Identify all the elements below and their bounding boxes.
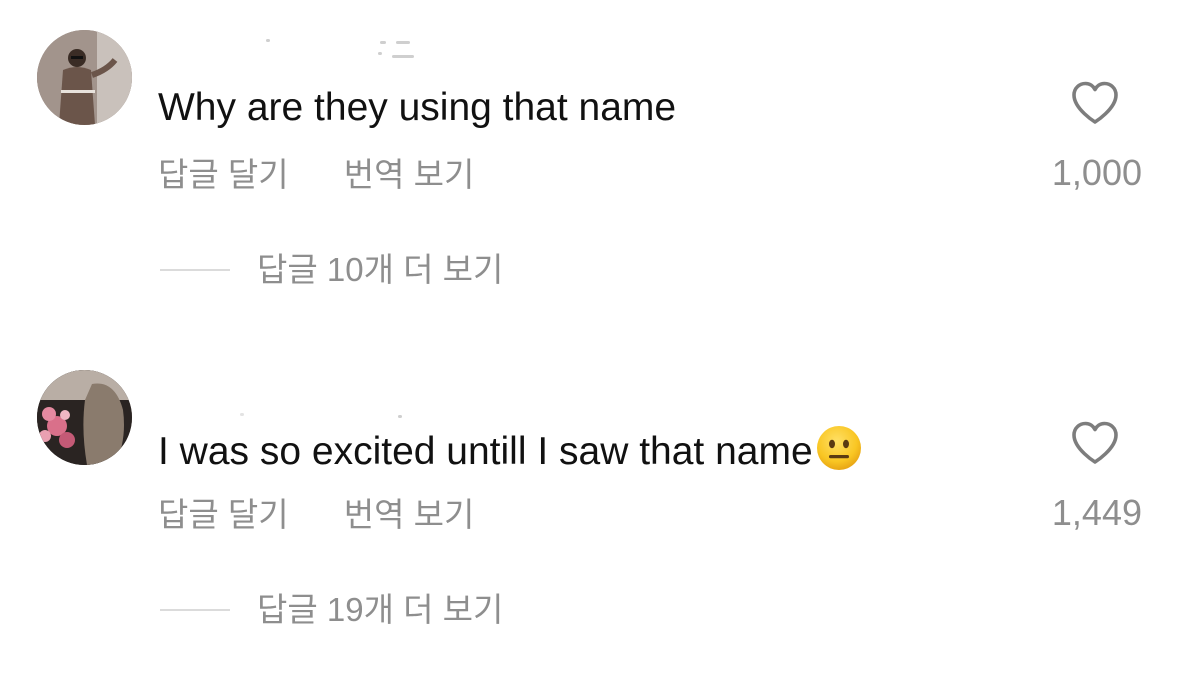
comment-actions: 답글 달기 번역 보기 xyxy=(158,155,474,195)
reply-button[interactable]: 답글 달기 xyxy=(158,495,289,535)
view-replies-button[interactable]: 답글 10개 더 보기 xyxy=(160,248,503,292)
comment-body: I was so excited untill I saw that name xyxy=(158,430,813,473)
see-translation-button[interactable]: 번역 보기 xyxy=(344,495,475,535)
comment-actions: 답글 달기 번역 보기 xyxy=(158,495,474,535)
like-count: 1,000 xyxy=(1051,152,1142,193)
heart-icon[interactable] xyxy=(1070,420,1120,466)
avatar[interactable] xyxy=(37,30,132,125)
avatar-photo xyxy=(37,30,132,125)
comment-text: I was so excited untill I saw that name xyxy=(158,424,863,476)
avatar-photo xyxy=(37,370,132,465)
avatar[interactable] xyxy=(37,370,132,465)
username-redacted[interactable] xyxy=(158,375,418,418)
neutral-face-emoji-icon xyxy=(815,424,863,472)
like-count: 1,449 xyxy=(1051,492,1142,533)
view-replies-label: 답글 10개 더 보기 xyxy=(257,251,504,288)
heart-icon[interactable] xyxy=(1070,80,1120,126)
comment-item: Why are they using that name 답글 달기 번역 보기… xyxy=(0,0,1179,340)
comment-text: Why are they using that name xyxy=(158,84,676,132)
reply-button[interactable]: 답글 달기 xyxy=(158,155,289,195)
view-replies-button[interactable]: 답글 19개 더 보기 xyxy=(160,588,503,632)
replies-divider xyxy=(160,269,230,271)
replies-divider xyxy=(160,609,230,611)
username-redacted[interactable] xyxy=(158,35,418,65)
see-translation-button[interactable]: 번역 보기 xyxy=(344,155,475,195)
comment-item: I was so excited untill I saw that name … xyxy=(0,340,1179,680)
view-replies-label: 답글 19개 더 보기 xyxy=(257,591,504,628)
comment-body: Why are they using that name xyxy=(158,86,677,129)
